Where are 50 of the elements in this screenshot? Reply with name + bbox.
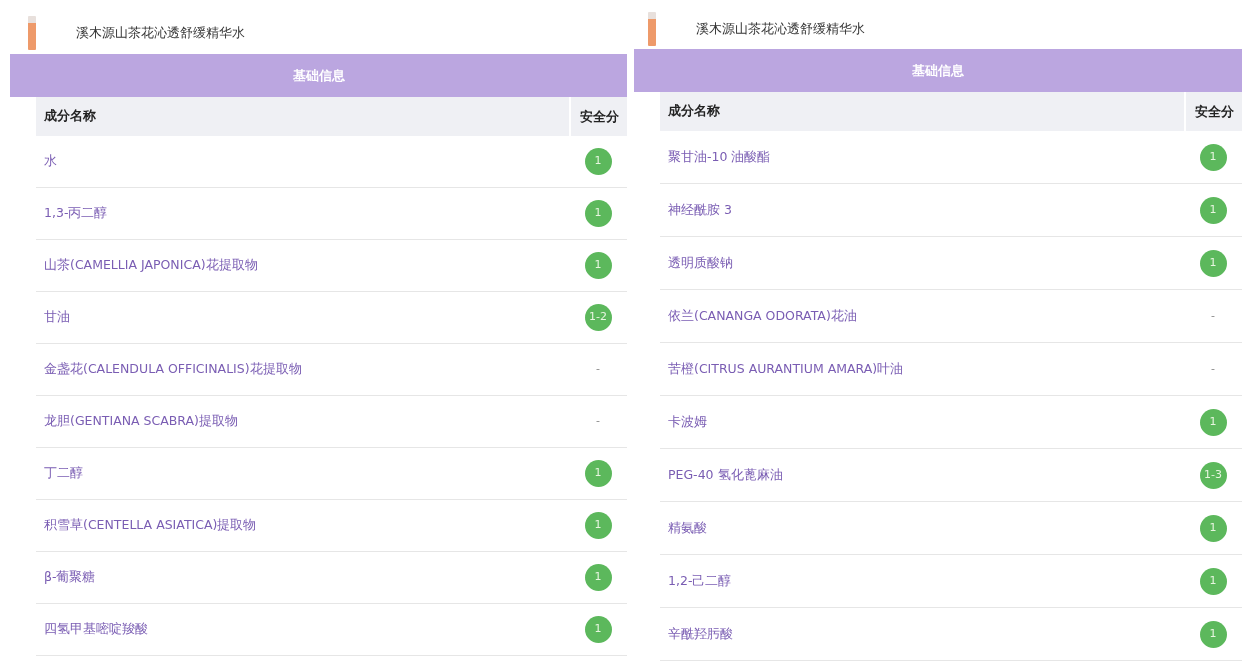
column-header: 安全分	[1184, 92, 1242, 131]
ingredient-link[interactable]: 四氢甲基嘧啶羧酸	[36, 620, 569, 639]
ingredient-link[interactable]: 丁二醇	[36, 464, 569, 483]
ingredient-link[interactable]: 龙胆(GENTIANA SCABRA)提取物	[36, 412, 569, 431]
ingredient-link[interactable]: PEG-40 氢化蓖麻油	[660, 465, 1184, 485]
section-header: 基础信息	[10, 54, 627, 97]
safety-score-badge: 1	[584, 252, 612, 279]
safety-score-badge: 1	[1199, 620, 1227, 648]
ingredient-link[interactable]: β-葡聚糖	[36, 568, 569, 587]
product-thumbnail	[648, 11, 656, 46]
safety-score-badge: 1	[1199, 567, 1227, 595]
product-title: 溪木源山茶花沁透舒缓精华水	[696, 19, 865, 38]
safety-score-badge: 1	[584, 460, 612, 487]
safety-score-badge: 1	[1199, 196, 1227, 224]
safety-score: -	[596, 361, 600, 378]
column-header: 成分名称	[43, 107, 97, 126]
ingredient-link[interactable]: 依兰(CANANGA ODORATA)花油	[660, 306, 1184, 326]
column-header: 成分名称	[667, 102, 721, 121]
ingredient-link[interactable]: 金盏花(CALENDULA OFFICINALIS)花提取物	[36, 360, 569, 379]
ingredient-link[interactable]: 精氨酸	[660, 518, 1184, 538]
ingredient-link[interactable]: 山茶(CAMELLIA JAPONICA)花提取物	[36, 256, 569, 275]
ingredient-link[interactable]: 水	[36, 152, 569, 171]
safety-score-badge: 1	[584, 148, 612, 175]
safety-score-badge: 1	[584, 564, 612, 591]
ingredient-link[interactable]: 积雪草(CENTELLA ASIATICA)提取物	[36, 516, 569, 535]
safety-score-badge: 1-2	[584, 304, 612, 331]
ingredient-link[interactable]: 聚甘油-10 油酸酯	[660, 147, 1184, 167]
product-thumbnail	[28, 16, 36, 50]
safety-score-badge: 1-3	[1199, 461, 1227, 489]
ingredient-link[interactable]: 透明质酸钠	[660, 253, 1184, 273]
safety-score-badge: 1	[1199, 143, 1227, 171]
ingredient-link[interactable]: 1,2-己二醇	[660, 571, 1184, 591]
ingredient-link[interactable]: 神经酰胺 3	[660, 200, 1184, 220]
safety-score-badge: 1	[1199, 514, 1227, 542]
product-title: 溪木源山茶花沁透舒缓精华水	[76, 24, 245, 43]
section-header: 基础信息	[634, 49, 1242, 92]
safety-score-badge: 1	[584, 512, 612, 539]
ingredient-link[interactable]: 1,3-丙二醇	[36, 204, 569, 223]
safety-score: -	[596, 413, 600, 430]
safety-score-badge: 1	[584, 200, 612, 227]
safety-score: -	[1211, 360, 1215, 377]
safety-score-badge: 1	[1199, 408, 1227, 436]
ingredient-link[interactable]: 苦橙(CITRUS AURANTIUM AMARA)叶油	[660, 359, 1184, 379]
ingredient-link[interactable]: 甘油	[36, 308, 569, 327]
safety-score-badge: 1	[1199, 249, 1227, 277]
ingredient-link[interactable]: 卡波姆	[660, 412, 1184, 432]
column-header: 安全分	[569, 97, 627, 136]
safety-score: -	[1211, 307, 1215, 324]
safety-score-badge: 1	[584, 616, 612, 643]
ingredient-link[interactable]: 辛酰羟肟酸	[660, 624, 1184, 644]
